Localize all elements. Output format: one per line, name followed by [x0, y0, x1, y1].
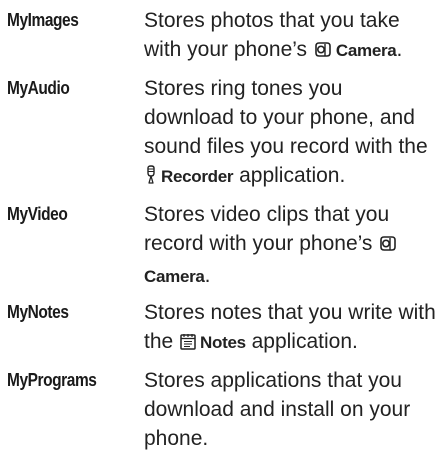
recorder-keyword: Recorder [161, 167, 234, 186]
notes-icon [179, 330, 197, 359]
entry-myaudio: MyAudio Stores ring tones you download t… [7, 74, 437, 193]
term-mynotes: MyNotes [7, 302, 69, 322]
description-text: Stores ring tones you download to your p… [144, 77, 428, 158]
entry-mynotes: MyNotes Stores notes that you write with… [7, 298, 437, 359]
folder-description-table: MyImages Stores photos that you take wit… [7, 6, 437, 460]
description-myvideo: Stores video clips that you record with … [144, 200, 437, 291]
term-myimages: MyImages [7, 10, 79, 30]
camera-keyword: Camera [144, 267, 205, 286]
entry-myimages: MyImages Stores photos that you take wit… [7, 6, 437, 67]
camera-icon [378, 232, 398, 261]
microphone-icon [144, 164, 158, 193]
term-myaudio: MyAudio [7, 78, 70, 98]
description-text-end: . [204, 264, 211, 287]
description-myaudio: Stores ring tones you download to your p… [144, 74, 437, 193]
term-myprograms: MyPrograms [7, 370, 97, 390]
description-text: Stores video clips that you record with … [144, 203, 390, 255]
entry-myprograms: MyPrograms Stores applications that you … [7, 366, 437, 453]
description-myprograms: Stores applications that you download an… [144, 369, 411, 450]
term-myvideo: MyVideo [7, 204, 68, 224]
description-mynotes: Stores notes that you write with the Not… [144, 298, 437, 359]
description-text-end: application. [233, 164, 346, 187]
camera-keyword: Camera [335, 41, 397, 60]
entry-myvideo: MyVideo Stores video clips that you reco… [7, 200, 437, 291]
description-text-end: application. [245, 330, 358, 353]
description-text-end: . [396, 38, 403, 61]
camera-icon [313, 38, 333, 67]
notes-keyword: Notes [200, 333, 246, 352]
description-myimages: Stores photos that you take with your ph… [144, 6, 437, 67]
